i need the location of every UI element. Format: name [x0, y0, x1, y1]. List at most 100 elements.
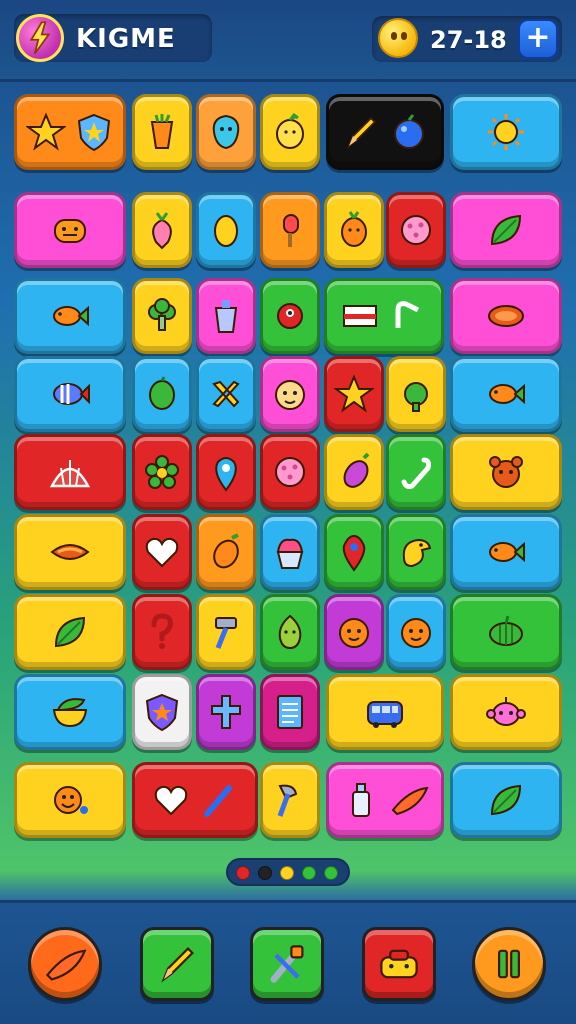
dock-pencil-button[interactable] — [140, 927, 214, 1001]
logo-title: KIGME — [76, 24, 176, 54]
robot-tile[interactable] — [450, 674, 562, 750]
tools-icon — [265, 942, 309, 986]
popsicle-tile[interactable] — [260, 192, 320, 268]
game-board — [14, 90, 562, 850]
critter-tile[interactable] — [260, 278, 320, 354]
cross-tile[interactable] — [196, 356, 256, 432]
flower-tile[interactable] — [132, 434, 192, 510]
face-tile[interactable] — [260, 356, 320, 432]
striped-fish-tile[interactable] — [14, 356, 126, 432]
bird-icon — [396, 532, 436, 572]
blob-icon — [206, 112, 246, 152]
smiley-tile[interactable] — [14, 762, 126, 838]
blob-tile[interactable] — [196, 94, 256, 170]
page-dot[interactable] — [302, 866, 316, 880]
sun-tile[interactable] — [450, 94, 562, 170]
orange-face-tile[interactable] — [324, 594, 384, 670]
fish-tile[interactable] — [14, 278, 126, 354]
paint-tile[interactable] — [326, 762, 444, 838]
badge-tile[interactable] — [132, 674, 192, 750]
dock-brush-button[interactable] — [28, 927, 102, 1001]
gold-fish-tile[interactable] — [450, 356, 562, 432]
apple-tile[interactable] — [386, 356, 446, 432]
bowl-tile[interactable] — [14, 674, 126, 750]
pencil-icon — [341, 112, 381, 152]
bird-tile[interactable] — [386, 514, 446, 590]
monster-icon — [50, 210, 90, 250]
cross-icon — [206, 374, 246, 414]
eggplant-tile[interactable] — [324, 434, 384, 510]
lemon-tile[interactable] — [260, 94, 320, 170]
map-pin-tile[interactable] — [324, 514, 384, 590]
carrot-tile[interactable] — [132, 94, 192, 170]
cup-tile[interactable] — [196, 278, 256, 354]
robot-icon — [486, 692, 526, 732]
egg-tile[interactable] — [196, 192, 256, 268]
page-dot[interactable] — [236, 866, 250, 880]
bowl-icon — [50, 692, 90, 732]
leaf-tile[interactable] — [450, 192, 562, 268]
page-dot[interactable] — [258, 866, 272, 880]
grave-tile[interactable] — [196, 674, 256, 750]
egg-icon — [206, 210, 246, 250]
hammer-tile[interactable] — [196, 594, 256, 670]
leaf-icon — [50, 612, 90, 652]
striped-fish-icon — [50, 374, 90, 414]
flag-icon — [340, 296, 380, 336]
hook-tile[interactable] — [386, 434, 446, 510]
lightning-icon — [16, 14, 64, 62]
heart-wand-tile[interactable] — [132, 762, 258, 838]
papaya-tile[interactable] — [450, 278, 562, 354]
coin-counter: 27-18 + — [372, 16, 562, 62]
heart-tile[interactable] — [132, 514, 192, 590]
spinach-tile[interactable] — [14, 594, 126, 670]
page-dot[interactable] — [324, 866, 338, 880]
avocado-tile[interactable] — [260, 594, 320, 670]
orange-face-icon — [334, 612, 374, 652]
question-icon — [142, 612, 182, 652]
page-dot[interactable] — [280, 866, 294, 880]
lime-icon — [142, 374, 182, 414]
mango-tile[interactable] — [196, 514, 256, 590]
shield-icon — [74, 112, 114, 152]
green-leaf-tile[interactable] — [450, 762, 562, 838]
drop-tile[interactable] — [196, 434, 256, 510]
cupcake-tile[interactable] — [260, 514, 320, 590]
bear-tile[interactable] — [450, 434, 562, 510]
dock-chest-button[interactable] — [362, 927, 436, 1001]
cookie-tile[interactable] — [386, 192, 446, 268]
pencil-icon — [155, 942, 199, 986]
question-tile[interactable] — [132, 594, 192, 670]
carrot-face-tile[interactable] — [324, 192, 384, 268]
dock-pause-button[interactable] — [472, 927, 546, 1001]
badge-icon — [142, 692, 182, 732]
lemon-icon — [270, 112, 310, 152]
fish-icon — [486, 532, 526, 572]
tent-tile[interactable] — [14, 434, 126, 510]
orange-smile-tile[interactable] — [386, 594, 446, 670]
pencil-berry-tile[interactable] — [326, 94, 444, 170]
broccoli-icon — [142, 296, 182, 336]
broccoli-tile[interactable] — [132, 278, 192, 354]
melon-slice-tile[interactable] — [14, 514, 126, 590]
gourd-tile[interactable] — [450, 594, 562, 670]
red-star-tile[interactable] — [324, 356, 384, 432]
star-shield-tile[interactable] — [14, 94, 126, 170]
add-coins-button[interactable]: + — [518, 19, 558, 59]
note-tile[interactable] — [260, 674, 320, 750]
top-bar: KIGME 27-18 + — [0, 0, 576, 82]
lime-tile[interactable] — [132, 356, 192, 432]
rainbow-fish-tile[interactable] — [450, 514, 562, 590]
monster-tile[interactable] — [14, 192, 126, 268]
berry-cookie-tile[interactable] — [260, 434, 320, 510]
radish-tile[interactable] — [132, 192, 192, 268]
map-pin-icon — [334, 532, 374, 572]
heart-icon — [142, 532, 182, 572]
axe-tile[interactable] — [260, 762, 320, 838]
leaf-icon — [486, 210, 526, 250]
flag-pin-tile[interactable] — [324, 278, 444, 354]
popsicle-icon — [270, 210, 310, 250]
bus-tile[interactable] — [326, 674, 444, 750]
dock-tools-button[interactable] — [250, 927, 324, 1001]
coin-icon — [378, 18, 418, 58]
